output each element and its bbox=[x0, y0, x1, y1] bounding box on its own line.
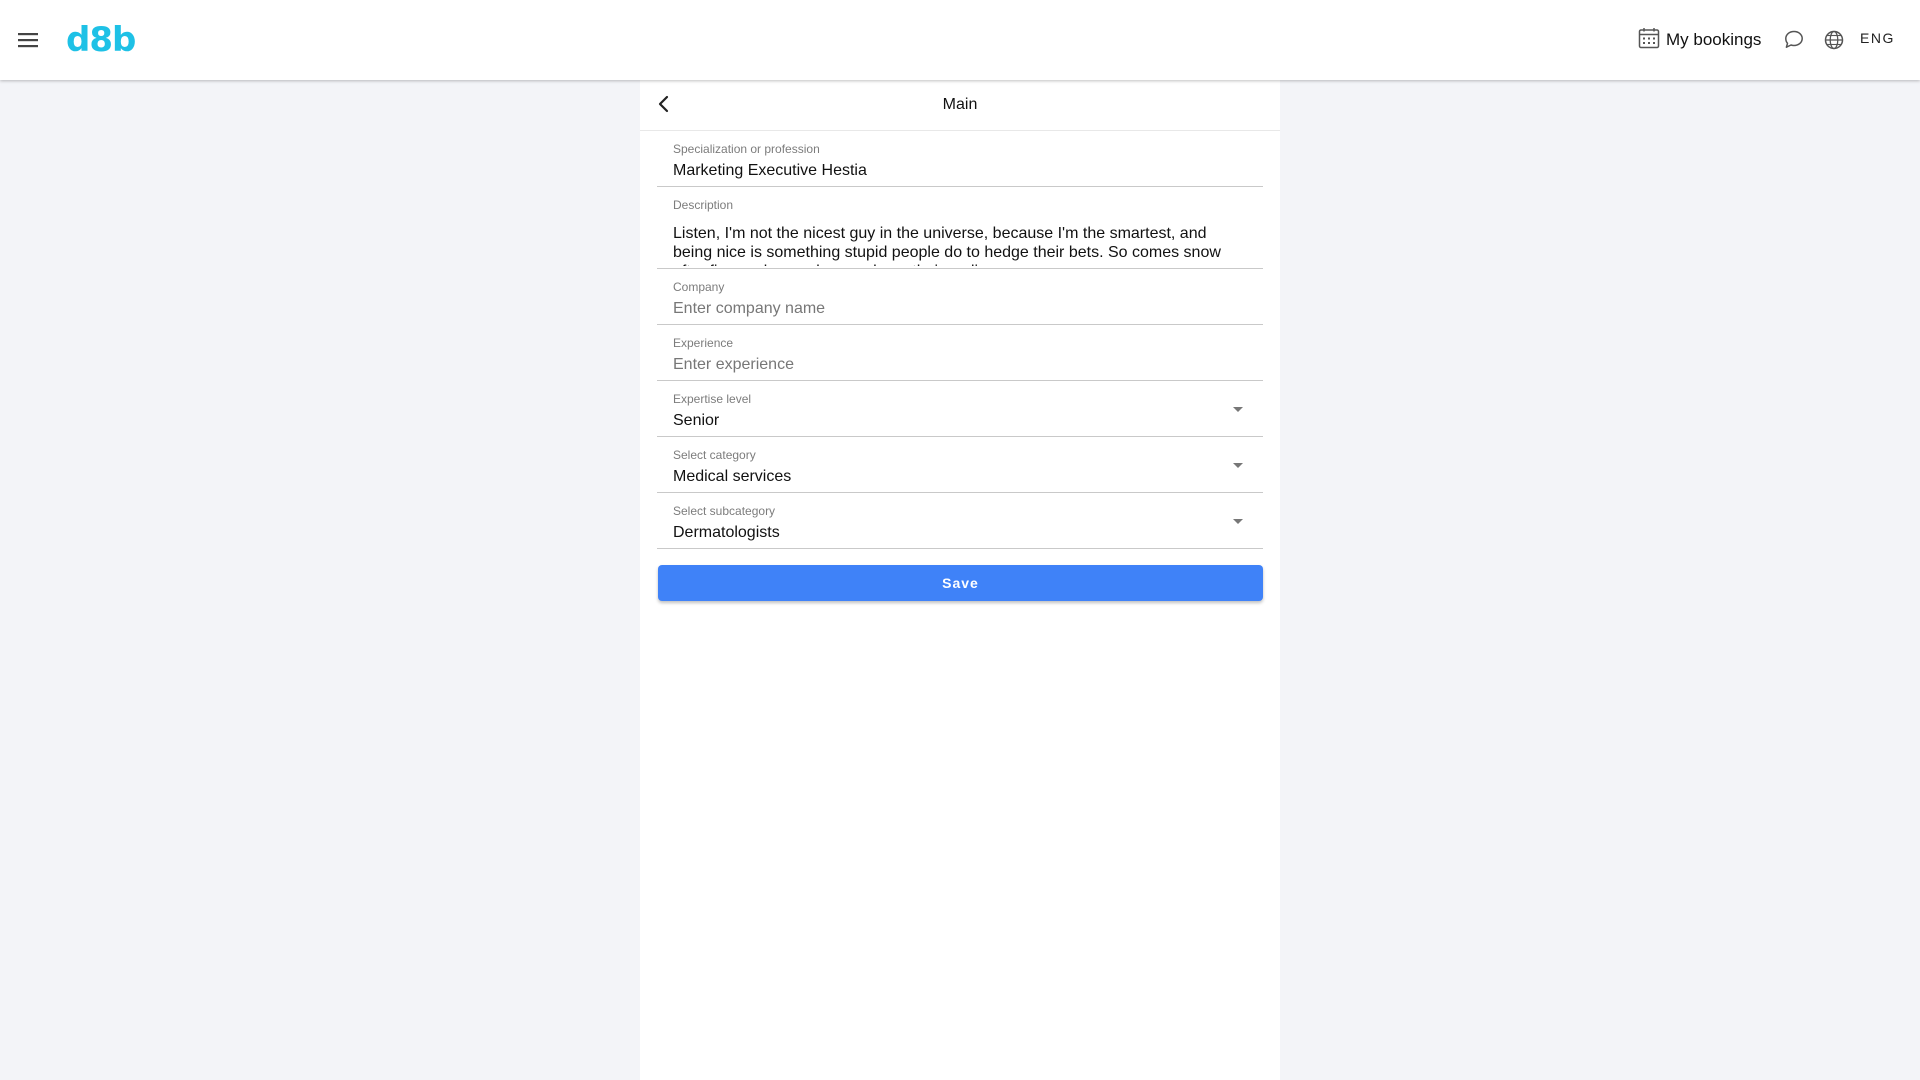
profile-edit-panel: Main Specialization or profession Market… bbox=[640, 80, 1280, 1080]
hamburger-menu-icon[interactable] bbox=[14, 28, 42, 52]
description-textarea[interactable]: Listen, I'm not the nicest guy in the un… bbox=[673, 224, 1247, 266]
page-title: Main bbox=[942, 96, 978, 113]
dropdown-arrow-icon bbox=[1233, 407, 1243, 412]
subcategory-label: Select subcategory bbox=[673, 504, 776, 518]
expertise-level-select[interactable]: Expertise level Senior bbox=[657, 381, 1263, 437]
profile-form: Specialization or profession Marketing E… bbox=[640, 131, 1280, 601]
subcategory-value: Dermatologists bbox=[673, 524, 780, 541]
category-select[interactable]: Select category Medical services bbox=[657, 437, 1263, 493]
description-label: Description bbox=[673, 198, 734, 212]
language-selector[interactable]: ENG bbox=[1860, 30, 1895, 46]
category-label: Select category bbox=[673, 448, 756, 462]
subcategory-select[interactable]: Select subcategory Dermatologists bbox=[657, 493, 1263, 549]
experience-input[interactable]: Enter experience bbox=[673, 356, 794, 374]
description-field[interactable]: Description Listen, I'm not the nicest g… bbox=[657, 187, 1263, 269]
expertise-level-label: Expertise level bbox=[673, 392, 752, 406]
specialization-value[interactable]: Marketing Executive Hestia bbox=[673, 162, 867, 180]
panel-header: Main bbox=[640, 80, 1280, 131]
calendar-icon bbox=[1638, 27, 1660, 54]
dropdown-arrow-icon bbox=[1233, 463, 1243, 468]
top-app-bar: d8b My bookings ENG bbox=[0, 0, 1920, 80]
chat-bubble-icon[interactable] bbox=[1782, 28, 1806, 52]
dropdown-arrow-icon bbox=[1233, 519, 1243, 524]
company-label: Company bbox=[673, 280, 725, 294]
company-field[interactable]: Company Enter company name bbox=[657, 269, 1263, 325]
expertise-level-value: Senior bbox=[673, 412, 720, 429]
company-input[interactable]: Enter company name bbox=[673, 300, 825, 318]
specialization-field[interactable]: Specialization or profession Marketing E… bbox=[657, 131, 1263, 187]
category-value: Medical services bbox=[673, 468, 792, 485]
globe-icon[interactable] bbox=[1822, 28, 1846, 52]
save-button[interactable]: Save bbox=[658, 565, 1263, 601]
my-bookings-link[interactable]: My bookings bbox=[1638, 26, 1761, 54]
logo[interactable]: d8b bbox=[66, 20, 136, 60]
specialization-label: Specialization or profession bbox=[673, 142, 820, 156]
experience-field[interactable]: Experience Enter experience bbox=[657, 325, 1263, 381]
my-bookings-label: My bookings bbox=[1666, 30, 1762, 49]
experience-label: Experience bbox=[673, 336, 734, 350]
